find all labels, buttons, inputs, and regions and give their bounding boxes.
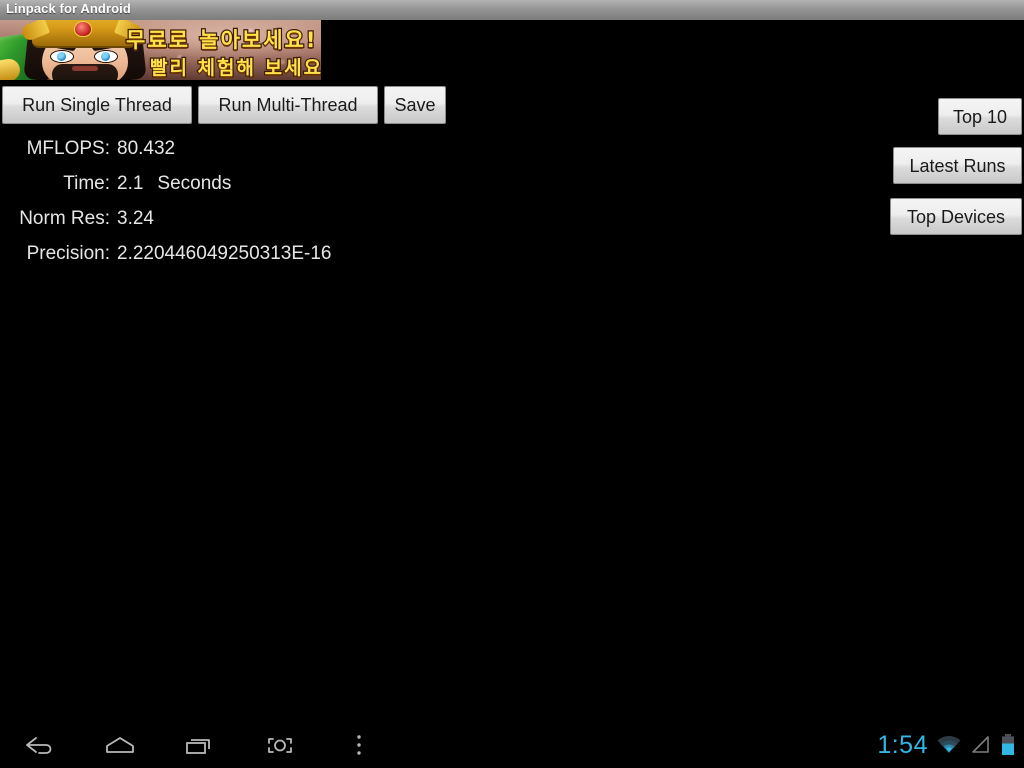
window-title: Linpack for Android (6, 1, 131, 16)
status-bar-area[interactable]: 1:54 (877, 722, 1016, 768)
result-row-precision: Precision: 2.220446049250313E-16 (0, 243, 700, 278)
back-button[interactable] (8, 722, 72, 768)
result-unit-time: Seconds (157, 173, 232, 194)
battery-icon (1000, 733, 1016, 757)
wifi-icon (936, 734, 962, 756)
advertisement-banner[interactable]: 무료로 놀아보세요! 빨리 체험해 보세요 (0, 20, 321, 80)
back-icon (26, 737, 52, 754)
recent-apps-icon (186, 739, 210, 754)
result-value-time: 2.1 (117, 173, 144, 194)
result-value-precision: 2.220446049250313E-16 (117, 243, 332, 264)
result-label-precision: Precision: (26, 243, 110, 264)
screenshot-icon (268, 738, 292, 753)
result-label-time: Time: (63, 173, 110, 194)
result-row-norm-res: Norm Res: 3.24 (0, 208, 700, 243)
result-row-time: Time: 2.1 Seconds (0, 173, 700, 208)
recent-apps-button[interactable] (168, 722, 232, 768)
ad-warrior-character-icon (0, 20, 146, 80)
run-multi-thread-button[interactable]: Run Multi-Thread (198, 86, 378, 124)
home-button[interactable] (88, 722, 152, 768)
result-value-norm-res: 3.24 (117, 208, 154, 229)
overflow-menu-icon (357, 735, 361, 755)
save-button[interactable]: Save (384, 86, 446, 124)
result-value-mflops: 80.432 (117, 138, 176, 159)
top-devices-button[interactable]: Top Devices (890, 198, 1022, 235)
status-clock: 1:54 (877, 730, 928, 759)
top-10-button[interactable]: Top 10 (938, 98, 1022, 135)
screenshot-button[interactable] (248, 722, 312, 768)
latest-runs-button[interactable]: Latest Runs (893, 147, 1022, 184)
ad-headline-line-1: 무료로 놀아보세요! (125, 27, 318, 54)
ad-headline-line-2: 빨리 체험해 보세요 (149, 56, 321, 80)
android-navigation-bar (0, 722, 1024, 768)
run-single-thread-button[interactable]: Run Single Thread (2, 86, 192, 124)
overflow-menu-button[interactable] (330, 722, 388, 768)
home-icon (106, 737, 134, 753)
result-row-mflops: MFLOPS: 80.432 (0, 138, 700, 173)
signal-icon (970, 734, 992, 756)
result-label-norm-res: Norm Res: (19, 208, 110, 229)
result-label-mflops: MFLOPS: (26, 138, 110, 159)
window-title-bar: Linpack for Android (0, 0, 1024, 20)
benchmark-results: MFLOPS: 80.432 Time: 2.1 Seconds Norm Re… (0, 138, 700, 278)
